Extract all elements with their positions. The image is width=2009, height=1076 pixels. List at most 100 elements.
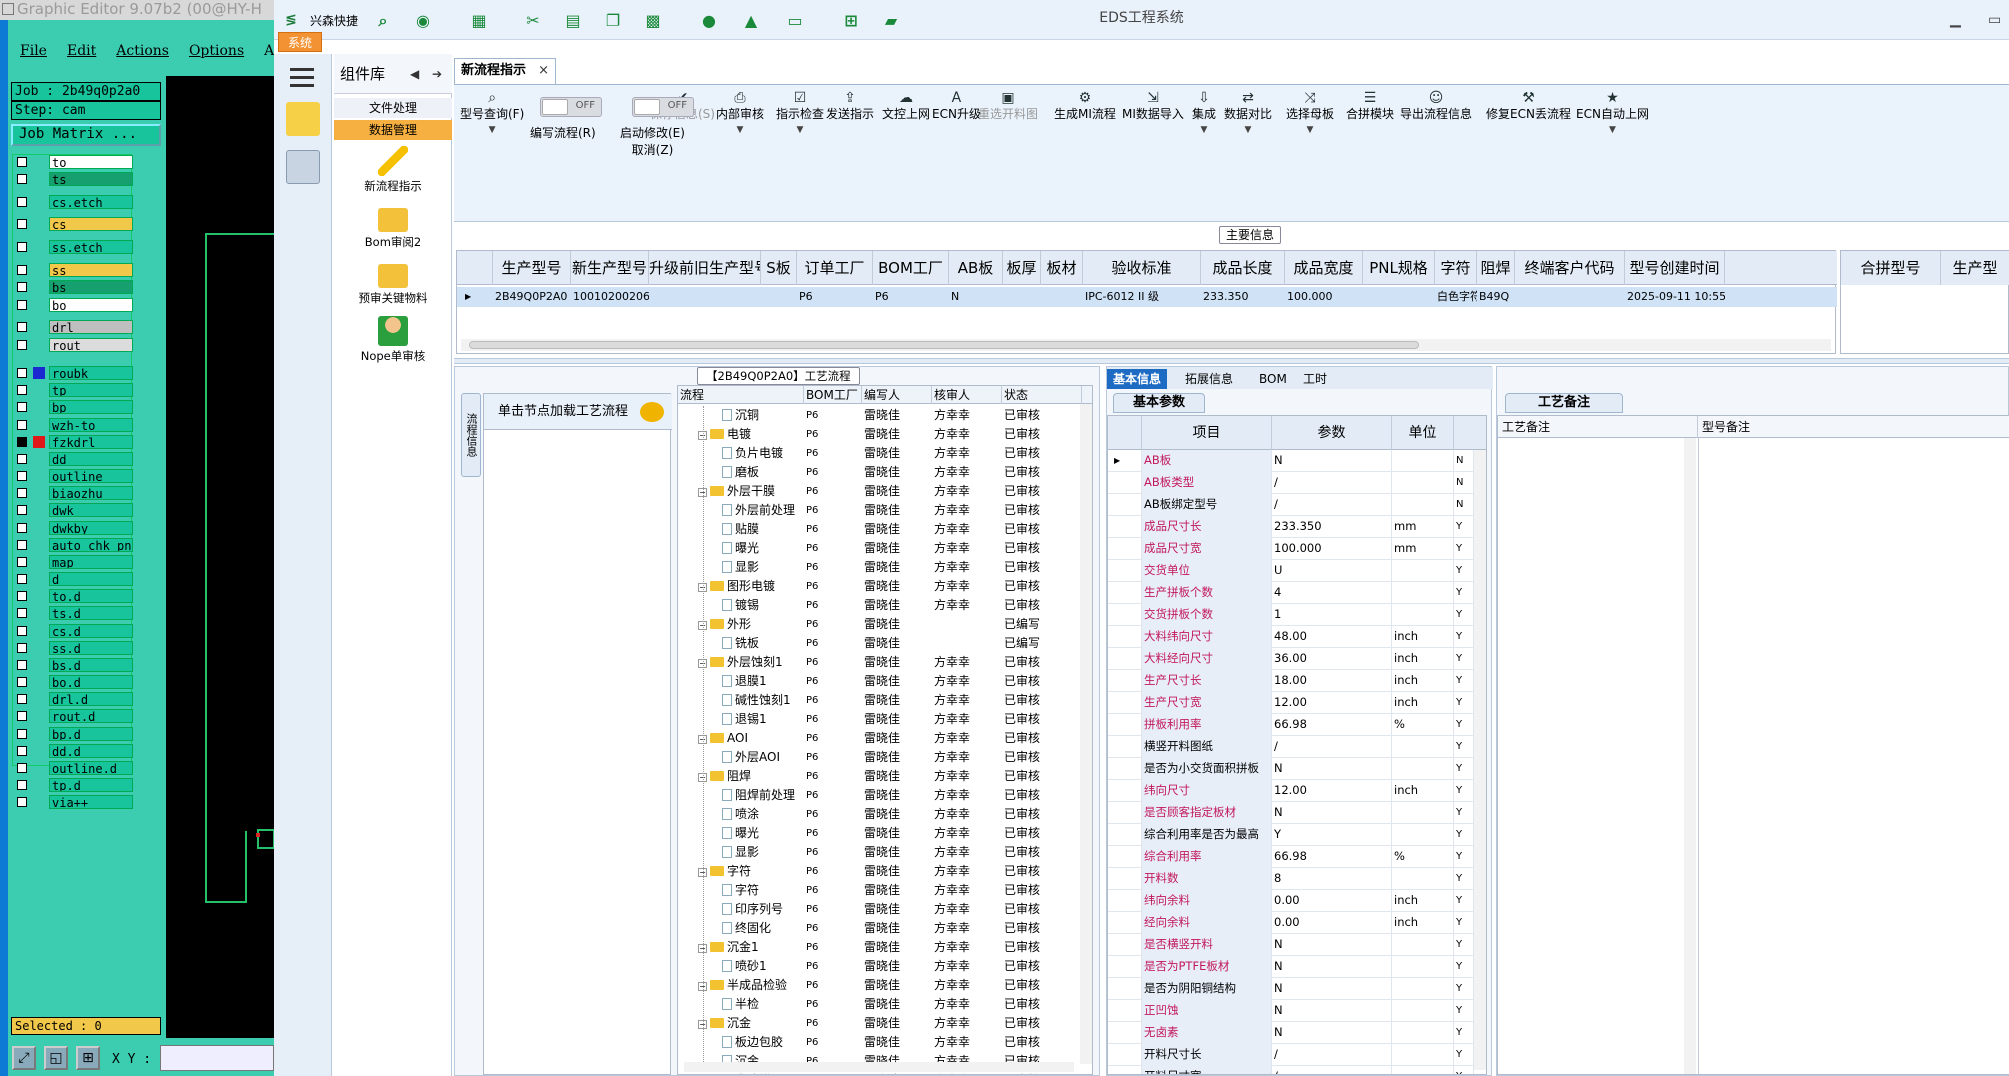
- tree-row[interactable]: 印序列号 P6 雷晓佳 方幸幸 已审核: [678, 900, 1092, 919]
- param-value[interactable]: N: [1272, 1022, 1392, 1044]
- column-header[interactable]: 验收标准: [1083, 251, 1201, 285]
- layer-checkbox[interactable]: [17, 322, 27, 332]
- layer-name[interactable]: to: [49, 155, 133, 169]
- layer-row[interactable]: dd.d: [13, 744, 133, 758]
- tab-process-remarks[interactable]: 工艺备注: [1505, 393, 1623, 413]
- zoom-window-icon[interactable]: ⤢: [12, 1046, 36, 1070]
- layer-checkbox[interactable]: [17, 523, 27, 533]
- search-icon[interactable]: ⌕: [372, 10, 394, 32]
- param-value[interactable]: /: [1272, 1044, 1392, 1066]
- layer-checkbox[interactable]: [17, 557, 27, 567]
- column-header[interactable]: 阻焊: [1477, 251, 1515, 285]
- param-value[interactable]: 233.350: [1272, 516, 1392, 538]
- param-value[interactable]: 12.00: [1272, 780, 1392, 802]
- tree-row[interactable]: − 沉金1 P6 雷晓佳 方幸幸 已审核: [678, 938, 1092, 957]
- param-value[interactable]: U: [1272, 560, 1392, 582]
- column-header[interactable]: S板: [761, 251, 797, 285]
- param-row[interactable]: 开料尺寸宽/ Y: [1108, 1066, 1486, 1074]
- layer-row[interactable]: fzkdrl: [13, 435, 133, 449]
- layer-row[interactable]: ts.d: [13, 606, 133, 620]
- layer-name[interactable]: rout: [49, 338, 133, 352]
- tree-node[interactable]: 负片电镀: [722, 444, 804, 463]
- tree-node[interactable]: − 沉金1: [698, 938, 804, 957]
- column-header[interactable]: 成品宽度: [1285, 251, 1363, 285]
- layer-checkbox[interactable]: [17, 505, 27, 515]
- layer-name[interactable]: rout.d: [49, 709, 133, 723]
- table-cell[interactable]: [1041, 287, 1083, 307]
- component-nope-review[interactable]: Nope单审核: [334, 316, 452, 364]
- layer-name[interactable]: to.d: [49, 589, 133, 603]
- layer-row[interactable]: outline: [13, 469, 133, 483]
- tree-row[interactable]: − 电镀 P6 雷晓佳 方幸幸 已审核: [678, 425, 1092, 444]
- toolbar-button[interactable]: ⇄ 数据对比 ▼: [1224, 91, 1272, 138]
- layer-row[interactable]: biaozhu: [13, 486, 133, 500]
- param-row[interactable]: AB板类型 / N: [1108, 472, 1486, 494]
- tree-node[interactable]: 显影: [722, 558, 804, 577]
- layer-row[interactable]: d: [13, 572, 133, 586]
- param-row[interactable]: 开料数 8 Y: [1108, 868, 1486, 890]
- tree-row[interactable]: − 外层蚀刻1 P6 雷晓佳 方幸幸 已审核: [678, 653, 1092, 672]
- scroll-thumb[interactable]: [469, 341, 1419, 349]
- monitor-icon[interactable]: ▭: [784, 10, 806, 32]
- layer-row[interactable]: dwk: [13, 503, 133, 517]
- tree-node[interactable]: − 半成品检验: [698, 976, 804, 995]
- param-value[interactable]: 48.00: [1272, 626, 1392, 648]
- layer-checkbox[interactable]: [17, 402, 27, 412]
- table-cell[interactable]: 10010200206062: [571, 287, 649, 307]
- layer-name[interactable]: bp.d: [49, 727, 133, 741]
- tree-row[interactable]: 磨板 P6 雷晓佳 方幸幸 已审核: [678, 463, 1092, 482]
- column-header[interactable]: 字符: [1435, 251, 1477, 285]
- param-value[interactable]: N: [1272, 934, 1392, 956]
- tree-node[interactable]: 印序列号: [722, 900, 804, 919]
- layer-name[interactable]: outline: [49, 469, 133, 483]
- tree-node[interactable]: 贴膜: [722, 520, 804, 539]
- layer-row[interactable]: map: [13, 555, 133, 569]
- param-value[interactable]: N: [1272, 956, 1392, 978]
- column-header[interactable]: 板厚: [1003, 251, 1041, 285]
- param-row[interactable]: 拼板利用率 66.98% Y: [1108, 714, 1486, 736]
- layer-row[interactable]: tp.d: [13, 778, 133, 792]
- tree-node[interactable]: 曝光: [722, 539, 804, 558]
- lifebuoy-icon[interactable]: ◉: [412, 10, 434, 32]
- param-row[interactable]: 是否为阴阳铜结构 N Y: [1108, 978, 1486, 1000]
- layer-row[interactable]: to.d: [13, 589, 133, 603]
- tree-row[interactable]: 贴膜 P6 雷晓佳 方幸幸 已审核: [678, 520, 1092, 539]
- layer-checkbox[interactable]: [17, 368, 27, 378]
- column-header[interactable]: PNL规格: [1363, 251, 1435, 285]
- toolbar-button[interactable]: ⇲ MI数据导入: [1122, 91, 1184, 122]
- column-header[interactable]: 成品长度: [1201, 251, 1285, 285]
- horizontal-scrollbar[interactable]: [684, 1062, 1074, 1072]
- layer-checkbox[interactable]: [17, 711, 27, 721]
- tree-row[interactable]: 喷涂 P6 雷晓佳 方幸幸 已审核: [678, 805, 1092, 824]
- layer-checkbox[interactable]: [17, 608, 27, 618]
- tree-row[interactable]: − 图形电镀 P6 雷晓佳 方幸幸 已审核: [678, 577, 1092, 596]
- param-row[interactable]: 综合利用率是否为最高 Y Y: [1108, 824, 1486, 846]
- tree-column-header[interactable]: 流程: [678, 386, 804, 404]
- tree-row[interactable]: 外层前处理 P6 雷晓佳 方幸幸 已审核: [678, 501, 1092, 520]
- tab-basic-params[interactable]: 基本参数: [1113, 393, 1205, 413]
- param-value[interactable]: 8: [1272, 868, 1392, 890]
- calculator-icon[interactable]: [286, 150, 320, 184]
- tab-new-flow[interactable]: 新流程指示 ×: [454, 58, 556, 84]
- toolbar-button[interactable]: ⎙ 内部审核 ▼: [716, 91, 764, 138]
- tree-node[interactable]: 退锡1: [722, 710, 804, 729]
- layer-row[interactable]: wzh-to: [13, 418, 133, 432]
- layer-checkbox[interactable]: [17, 763, 27, 773]
- table-cell[interactable]: 2025-09-11 10:55:12: [1625, 287, 1725, 307]
- layer-checkbox[interactable]: [17, 300, 27, 310]
- layer-name[interactable]: bo: [49, 298, 133, 312]
- layer-checkbox[interactable]: [17, 488, 27, 498]
- layer-checkbox[interactable]: [17, 694, 27, 704]
- collapse-left-icon[interactable]: ◀: [410, 54, 419, 94]
- column-header[interactable]: BOM工厂: [873, 251, 949, 285]
- column-header[interactable]: 型号备注: [1698, 416, 2009, 438]
- windows-icon[interactable]: ⊞: [840, 10, 862, 32]
- toggle-switch[interactable]: OFF: [540, 97, 602, 117]
- param-row[interactable]: 生产尺寸宽 12.00 inch Y: [1108, 692, 1486, 714]
- param-value[interactable]: 18.00: [1272, 670, 1392, 692]
- pin-icon[interactable]: ➔: [432, 54, 442, 94]
- toolbar-button[interactable]: ☰ 合拼模块: [1346, 91, 1394, 122]
- flow-info-vertical-tab[interactable]: 流程信息: [461, 393, 481, 477]
- layer-checkbox[interactable]: [17, 265, 27, 275]
- tree-node[interactable]: 喷砂1: [722, 957, 804, 976]
